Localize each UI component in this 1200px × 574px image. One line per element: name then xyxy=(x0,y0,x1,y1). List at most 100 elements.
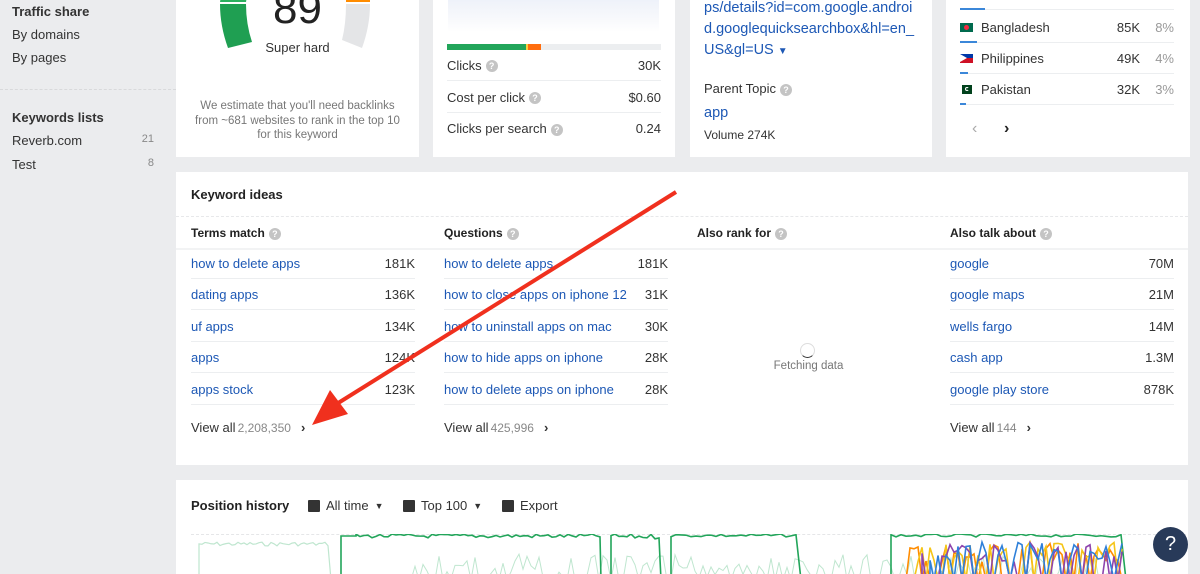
keyword-volume: 28K xyxy=(644,349,668,365)
questions-column: Questions? how to delete apps 181K how to… xyxy=(429,216,682,465)
keyword-link[interactable]: how to hide apps on iphone xyxy=(444,350,603,365)
country-percent: 4% xyxy=(1155,50,1174,66)
loading-spinner-icon xyxy=(800,343,815,358)
view-all-label: View all xyxy=(950,420,995,435)
keyword-ideas-title: Keyword ideas xyxy=(191,187,283,202)
metric-value: 0.24 xyxy=(635,121,661,136)
flag-bangladesh-icon xyxy=(960,22,973,32)
keyword-volume: 1.3M xyxy=(1145,349,1174,365)
help-icon[interactable]: ? xyxy=(550,123,563,136)
view-all-questions-link[interactable]: View all 425,996 › xyxy=(444,420,548,435)
chevron-left-icon[interactable]: ‹ xyxy=(972,120,977,138)
top-filter-dropdown[interactable]: Top 100 ▼ xyxy=(403,498,482,513)
clicks-card: Clicks? 30K Cost per click? $0.60 Clicks… xyxy=(433,0,675,157)
keyword-volume: 136K xyxy=(384,286,415,302)
caret-down-icon[interactable]: ▼ xyxy=(778,46,788,57)
keyword-link[interactable]: apps stock xyxy=(191,382,253,397)
help-icon[interactable]: ? xyxy=(506,227,519,240)
parent-topic-label-text: Parent Topic xyxy=(704,81,777,96)
help-icon[interactable]: ? xyxy=(1040,227,1053,240)
top-result-url-link[interactable]: ps/details?id=com.google.android.googleq… xyxy=(704,0,924,62)
keyword-ideas-card: Keyword ideas Terms match? how to delete… xyxy=(176,172,1188,465)
keyword-link[interactable]: apps xyxy=(191,350,219,365)
difficulty-score: 89 xyxy=(273,0,322,33)
keyword-difficulty-card: 89 Super hard We estimate that you'll ne… xyxy=(176,0,419,157)
sidebar-heading-keywords-lists: Keywords lists xyxy=(12,110,104,125)
parent-topic-link[interactable]: app xyxy=(704,105,728,121)
country-volume: 32K xyxy=(1116,81,1140,97)
chevron-right-icon: › xyxy=(300,420,306,435)
sidebar-heading-traffic-share: Traffic share xyxy=(12,4,90,19)
caret-down-icon: ▼ xyxy=(374,500,384,511)
keyword-link[interactable]: dating apps xyxy=(191,287,258,302)
help-icon[interactable]: ? xyxy=(780,83,793,96)
help-icon[interactable]: ? xyxy=(775,227,788,240)
metric-value: $0.60 xyxy=(628,89,661,105)
keyword-row: google play store 878K xyxy=(950,374,1174,405)
keyword-volume: 21M xyxy=(1148,286,1174,302)
column-heading-text: Also talk about xyxy=(950,226,1037,240)
time-filter-dropdown[interactable]: All time ▼ xyxy=(308,498,384,513)
column-heading-text: Terms match xyxy=(191,226,265,240)
country-volume: 49K xyxy=(1116,50,1140,66)
keyword-link[interactable]: how to delete apps xyxy=(444,256,553,271)
top-filter-value: Top 100 xyxy=(421,498,468,513)
view-all-also-talk-about-link[interactable]: View all 144 › xyxy=(950,420,1031,435)
export-label: Export xyxy=(520,498,558,513)
keyword-link[interactable]: uf apps xyxy=(191,319,234,334)
keyword-link[interactable]: cash app xyxy=(950,350,1003,365)
divider xyxy=(682,248,935,250)
keyword-row: apps 124K xyxy=(191,342,415,373)
flag-philippines-icon xyxy=(960,53,973,63)
keyword-row: dating apps 136K xyxy=(191,279,415,310)
chevron-right-icon[interactable]: › xyxy=(1004,120,1009,138)
keyword-row: how to hide apps on iphone 28K xyxy=(444,342,668,373)
keyword-link[interactable]: google xyxy=(950,256,989,271)
country-row-partial xyxy=(960,0,1174,10)
sidebar-divider xyxy=(0,89,176,90)
help-icon[interactable]: ? xyxy=(529,92,542,105)
metric-cost-per-click: Cost per click? $0.60 xyxy=(447,82,661,113)
parent-topic-volume: Volume 274K xyxy=(704,128,776,142)
keyword-volume: 134K xyxy=(384,318,415,334)
help-icon[interactable]: ? xyxy=(268,227,281,240)
calendar-icon xyxy=(308,499,320,512)
help-icon[interactable]: ? xyxy=(485,60,498,73)
keyword-link[interactable]: how to delete apps on iphone xyxy=(444,382,614,397)
keyword-link[interactable]: how to close apps on iphone 12 xyxy=(444,287,627,302)
keyword-link[interactable]: how to delete apps xyxy=(191,256,300,271)
sidebar-item-by-domains[interactable]: By domains xyxy=(12,27,154,42)
chevron-right-icon: › xyxy=(543,420,549,435)
column-heading: Also rank for? xyxy=(697,226,788,240)
keyword-link[interactable]: wells fargo xyxy=(950,319,1012,334)
keyword-volume: 28K xyxy=(644,381,668,397)
keyword-row: how to delete apps 181K xyxy=(444,248,668,279)
view-all-terms-match-link[interactable]: View all 2,208,350 › xyxy=(191,420,305,435)
position-history-chart xyxy=(198,534,1127,574)
country-name: Bangladesh xyxy=(981,19,1050,35)
metric-clicks: Clicks? 30K xyxy=(447,50,661,81)
sidebar-item-reverb[interactable]: Reverb.com 21 xyxy=(12,133,154,148)
countries-card: Bangladesh 85K 8% Philippines 49K 4% Pak… xyxy=(946,0,1190,157)
keyword-link[interactable]: google maps xyxy=(950,287,1024,302)
keyword-volume: 181K xyxy=(384,255,415,271)
keyword-row: uf apps 134K xyxy=(191,311,415,342)
keyword-volume: 31K xyxy=(644,286,668,302)
keyword-link[interactable]: google play store xyxy=(950,382,1049,397)
keyword-volume: 70M xyxy=(1148,255,1174,271)
parent-topic-label: Parent Topic? xyxy=(704,81,793,96)
sidebar-item-by-pages[interactable]: By pages xyxy=(12,50,154,65)
series-line-main xyxy=(340,534,802,574)
chevron-right-icon: › xyxy=(1026,420,1031,435)
keyword-link[interactable]: how to uninstall apps on mac xyxy=(444,319,612,334)
keyword-row: cash app 1.3M xyxy=(950,342,1174,373)
country-share-bar xyxy=(960,103,966,105)
column-heading-text: Questions xyxy=(444,226,503,240)
help-button[interactable]: ? xyxy=(1153,527,1188,562)
column-heading: Also talk about? xyxy=(950,226,1053,240)
keyword-row: how to uninstall apps on mac 30K xyxy=(444,311,668,342)
export-button[interactable]: Export xyxy=(502,498,558,513)
country-share-bar xyxy=(960,8,985,10)
sidebar-item-count: 21 xyxy=(141,133,154,145)
sidebar-item-test[interactable]: Test 8 xyxy=(12,157,154,172)
